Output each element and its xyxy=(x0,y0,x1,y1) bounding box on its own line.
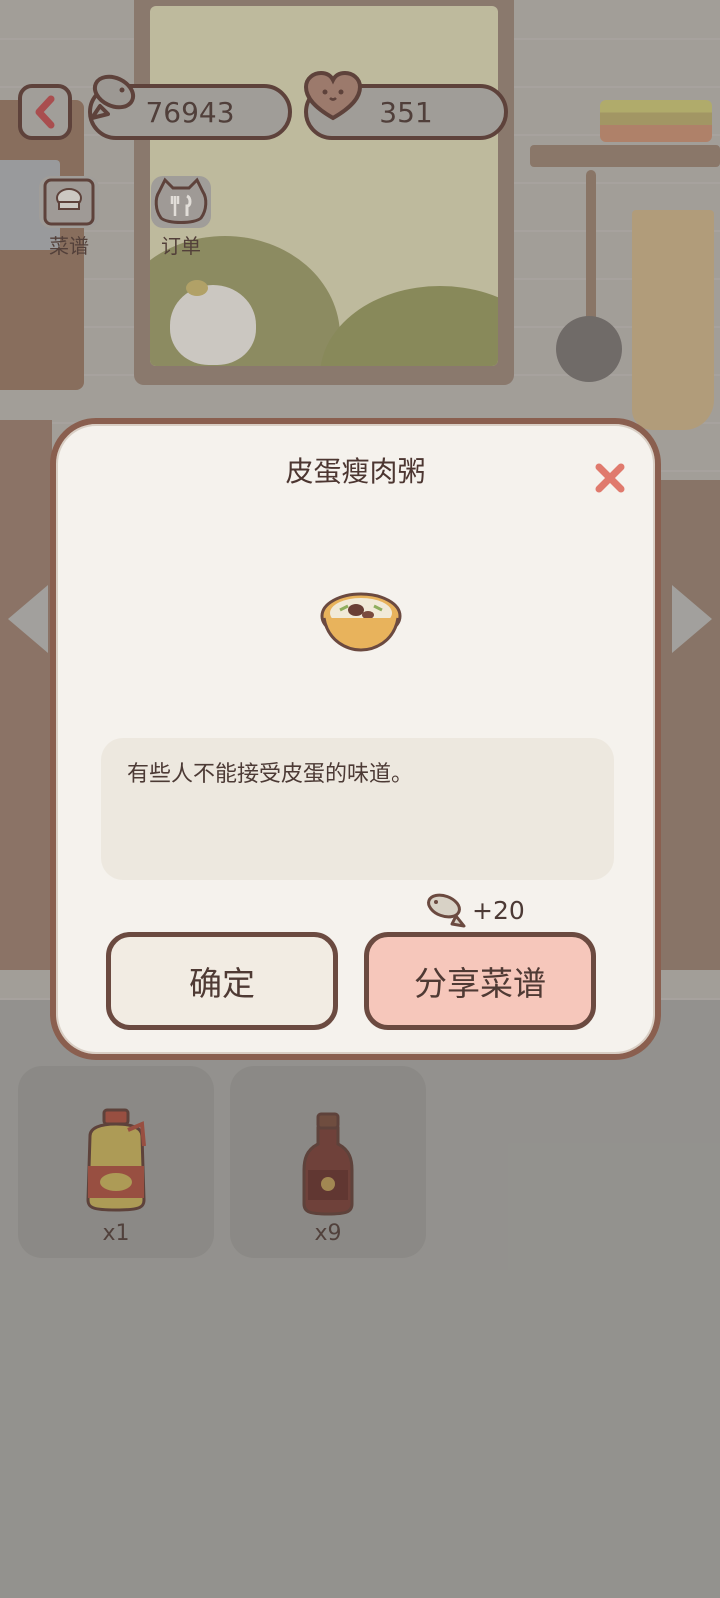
share-recipe-button[interactable]: 分享菜谱 xyxy=(364,932,596,1030)
congee-bowl-icon xyxy=(320,592,402,652)
confirm-button[interactable]: 确定 xyxy=(106,932,338,1030)
reward-amount: +20 xyxy=(472,895,525,925)
description-box: 有些人不能接受皮蛋的味道。 xyxy=(101,738,614,880)
share-reward: +20 xyxy=(422,888,525,932)
dialog-title: 皮蛋瘦肉粥 xyxy=(285,455,426,488)
close-button[interactable] xyxy=(590,458,630,498)
kitchen-background: 76943 351 菜谱 订单 x1 x9 皮蛋瘦肉粥 有些人不能接受皮蛋的味道… xyxy=(0,0,720,1598)
description-text: 有些人不能接受皮蛋的味道。 xyxy=(127,762,414,787)
recipe-dialog: 皮蛋瘦肉粥 有些人不能接受皮蛋的味道。 +20 确定 分享菜谱 xyxy=(50,418,661,1060)
close-icon xyxy=(595,463,625,493)
fish-icon xyxy=(427,893,466,928)
